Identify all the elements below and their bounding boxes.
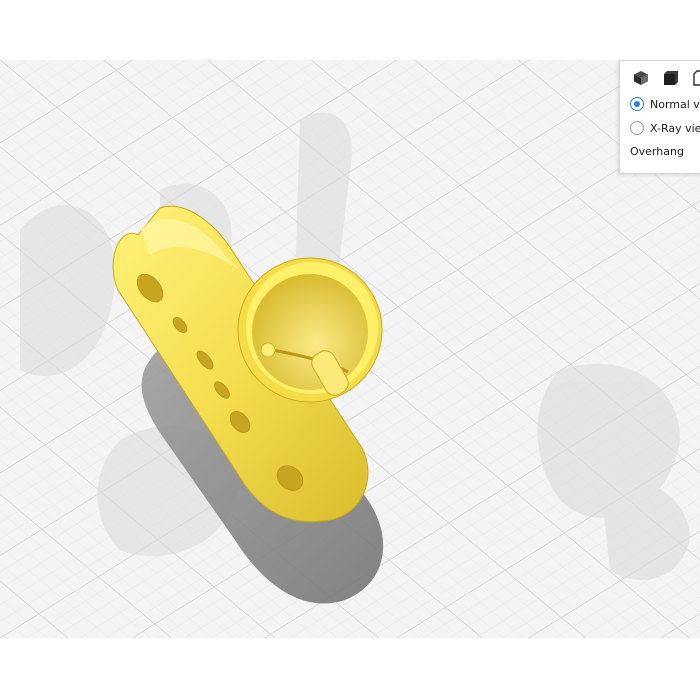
normal-view-radio[interactable] <box>630 97 644 111</box>
front-view-icon[interactable] <box>660 67 682 89</box>
view-mode-panel: Normal vi X-Ray view Overhang <box>619 60 700 174</box>
side-view-icon[interactable] <box>690 67 700 89</box>
xray-view-option[interactable]: X-Ray view <box>630 121 700 135</box>
normal-view-label: Normal vi <box>650 97 700 111</box>
view-mode-icons <box>630 67 700 89</box>
xray-view-label: X-Ray view <box>650 121 700 135</box>
model-nub <box>260 342 276 358</box>
3d-view-icon[interactable] <box>630 67 652 89</box>
build-plate-scene <box>0 60 700 638</box>
overhang-label: Overhang <box>630 145 684 158</box>
3d-viewport[interactable] <box>0 60 700 638</box>
model-cup-inner <box>252 274 368 390</box>
normal-view-option[interactable]: Normal vi <box>630 97 700 111</box>
xray-view-radio[interactable] <box>630 121 644 135</box>
